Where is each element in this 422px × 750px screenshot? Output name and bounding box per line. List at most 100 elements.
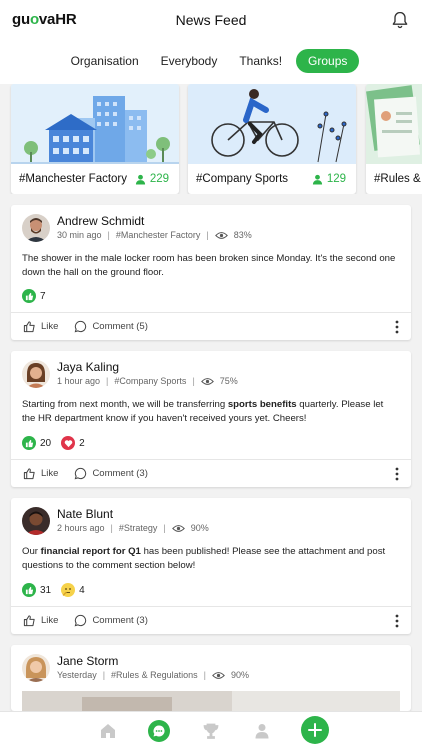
think-count: 4 — [79, 584, 85, 596]
meta-divider: | — [192, 376, 195, 386]
more-options-icon[interactable] — [395, 614, 399, 628]
bell-icon[interactable] — [390, 10, 410, 30]
group-card-company-sports[interactable]: #Company Sports 129 — [188, 84, 356, 194]
post-card: Jaya Kaling 1 hour ago | #Company Sports… — [11, 351, 411, 487]
members-icon — [312, 174, 322, 185]
like-count: 7 — [40, 290, 46, 302]
meta-divider: | — [203, 670, 206, 680]
meta-divider: | — [102, 670, 106, 680]
eye-icon — [171, 524, 185, 532]
meta-divider: | — [106, 376, 109, 386]
post-author[interactable]: Andrew Schmidt — [57, 214, 144, 228]
post-meta: 1 hour ago | #Company Sports | 75% — [57, 376, 238, 386]
post-time: 1 hour ago — [57, 376, 101, 386]
cyclist-illustration — [188, 84, 356, 164]
more-options-icon[interactable] — [395, 320, 399, 334]
reaction-summary[interactable]: 20 2 — [22, 436, 85, 450]
thumbs-up-icon — [22, 436, 36, 450]
thumbs-up-outline-icon — [23, 615, 35, 627]
group-carousel[interactable]: #Manchester Factory 229 #Company Sports … — [0, 84, 422, 194]
avatar[interactable] — [22, 360, 50, 388]
post-actions: Like Comment (3) — [11, 459, 411, 487]
comment-label: Comment (3) — [92, 468, 148, 479]
more-options-icon[interactable] — [395, 467, 399, 481]
thumbs-up-outline-icon — [23, 468, 35, 480]
post-time: 30 min ago — [57, 230, 102, 240]
post-image[interactable] — [22, 691, 400, 711]
heart-count: 2 — [79, 437, 85, 449]
reaction-summary[interactable]: 31 4 — [22, 583, 85, 597]
add-post-button[interactable] — [301, 716, 329, 744]
post-text-part: Starting from next month, we will be tra… — [22, 399, 228, 410]
post-author[interactable]: Nate Blunt — [57, 507, 113, 521]
trophy-icon[interactable] — [202, 722, 220, 740]
tab-organisation[interactable]: Organisation — [63, 49, 147, 73]
post-views: 90% — [190, 523, 209, 533]
profile-icon[interactable] — [253, 722, 271, 740]
like-button[interactable]: Like — [23, 320, 58, 333]
post-time: Yesterday — [57, 670, 97, 680]
thumbs-up-outline-icon — [23, 321, 35, 333]
comment-button[interactable]: Comment (5) — [74, 320, 148, 333]
documents-illustration — [366, 84, 422, 164]
post-views: 75% — [219, 376, 238, 386]
post-group-tag[interactable]: #Rules & Regulations — [111, 670, 198, 680]
feed-tabs: Organisation Everybody Thanks! Groups — [0, 49, 422, 73]
meta-divider: | — [163, 523, 166, 533]
group-member-count: 229 — [135, 173, 169, 185]
factory-illustration — [11, 84, 179, 164]
eye-icon — [212, 671, 225, 679]
chat-icon[interactable] — [148, 720, 170, 742]
post-text-part: The shower in the male locker room has b… — [22, 253, 396, 278]
tab-groups[interactable]: Groups — [296, 49, 360, 73]
comment-button[interactable]: Comment (3) — [74, 467, 148, 480]
like-button[interactable]: Like — [23, 614, 58, 627]
comment-icon — [75, 614, 87, 627]
reaction-summary[interactable]: 7 — [22, 289, 46, 303]
post-text: The shower in the male locker room has b… — [22, 252, 399, 279]
post-group-tag[interactable]: #Strategy — [119, 523, 158, 533]
group-name: #Rules & R — [374, 173, 422, 185]
comment-label: Comment (5) — [92, 321, 148, 332]
avatar[interactable] — [22, 214, 50, 242]
eye-icon — [214, 231, 228, 239]
members-icon — [135, 174, 145, 185]
comment-icon — [75, 320, 87, 333]
like-label: Like — [41, 615, 59, 626]
post-meta: 2 hours ago | #Strategy | 90% — [57, 523, 209, 533]
group-name: #Company Sports — [196, 173, 289, 185]
member-count-value: 129 — [326, 173, 346, 185]
post-views: 83% — [233, 230, 252, 240]
avatar[interactable] — [22, 654, 50, 682]
eye-icon — [200, 377, 214, 385]
post-actions: Like Comment (5) — [11, 312, 411, 340]
comment-button[interactable]: Comment (3) — [74, 614, 148, 627]
post-text-emphasis: financial report for Q1 — [40, 546, 141, 557]
app-header: guovaHR News Feed Organisation Everybody… — [0, 0, 422, 84]
group-name: #Manchester Factory — [19, 173, 128, 185]
post-text-part: Our — [22, 546, 41, 557]
comment-icon — [75, 467, 87, 480]
post-text-emphasis: sports benefits — [227, 399, 297, 410]
post-author[interactable]: Jaya Kaling — [57, 360, 119, 374]
post-text: Our financial report for Q1 has been pub… — [22, 545, 399, 572]
post-views: 90% — [230, 670, 249, 680]
tab-thanks[interactable]: Thanks! — [231, 49, 290, 73]
home-icon[interactable] — [99, 722, 117, 740]
post-group-tag[interactable]: #Manchester Factory — [116, 230, 201, 240]
comment-label: Comment (3) — [92, 615, 148, 626]
post-group-tag[interactable]: #Company Sports — [114, 376, 186, 386]
avatar[interactable] — [22, 507, 50, 535]
like-label: Like — [41, 468, 59, 479]
group-card-rules[interactable]: #Rules & R — [366, 84, 422, 194]
like-button[interactable]: Like — [23, 467, 58, 480]
group-card-manchester-factory[interactable]: #Manchester Factory 229 — [11, 84, 179, 194]
thumbs-up-icon — [22, 289, 36, 303]
meta-divider: | — [110, 523, 113, 533]
tab-everybody[interactable]: Everybody — [153, 49, 226, 73]
bottom-nav — [0, 711, 422, 750]
post-author[interactable]: Jane Storm — [57, 654, 118, 668]
post-text: Starting from next month, we will be tra… — [22, 398, 399, 425]
member-count-value: 229 — [149, 173, 169, 185]
post-card: Nate Blunt 2 hours ago | #Strategy | 90%… — [11, 498, 411, 634]
